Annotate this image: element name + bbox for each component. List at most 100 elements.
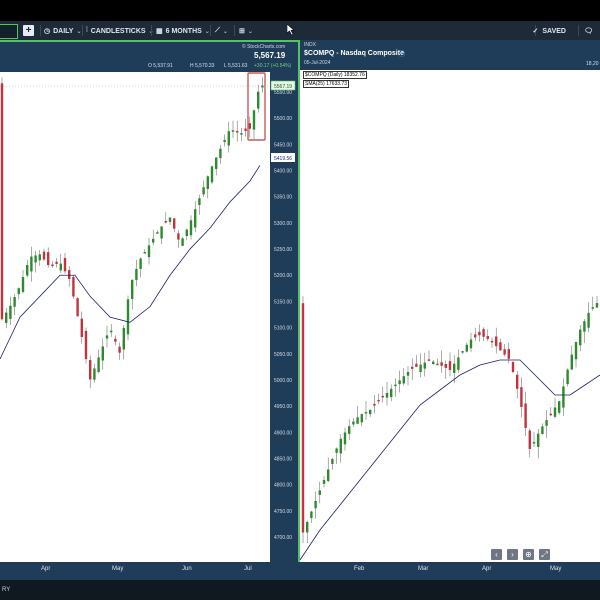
candle-body — [156, 232, 159, 234]
candle-body — [415, 363, 418, 367]
candle-body — [185, 229, 188, 237]
toolbar-divider — [234, 25, 235, 36]
right-chart-panel[interactable]: INDX $COMPQ - Nasdaq Composite ⓘ 05-Jul-… — [300, 40, 600, 580]
candle-body — [591, 307, 594, 309]
scroll-right-button[interactable]: › — [507, 549, 518, 560]
candle-body — [516, 374, 519, 389]
candle-body — [448, 361, 452, 370]
candle-body — [587, 312, 590, 328]
candle-body — [181, 238, 184, 246]
symbol-input[interactable] — [0, 24, 18, 39]
candle-body — [68, 270, 71, 280]
candle-body — [461, 351, 464, 353]
period-dropdown[interactable]: ◷ DAILY ⌄ — [44, 27, 82, 36]
candle-body — [101, 346, 104, 361]
candle-body — [227, 131, 230, 146]
candle-body — [114, 338, 117, 342]
y-tick-label: 5150.00 — [274, 299, 292, 305]
info-icon[interactable]: ⓘ — [398, 49, 405, 59]
last-price: 5,567.19 — [254, 51, 286, 60]
candle-body — [219, 148, 222, 159]
candle-body — [164, 221, 167, 223]
candle-body — [394, 384, 397, 387]
candle-body — [503, 349, 506, 355]
candle-body — [545, 420, 548, 426]
candle-body — [261, 85, 264, 88]
ohlc-low: L 5,531.63 — [224, 63, 248, 69]
candle-body — [97, 357, 100, 373]
candle-body — [21, 277, 25, 292]
candle-body — [0, 83, 4, 320]
candle-body — [93, 368, 96, 380]
candle-body — [562, 386, 565, 408]
x-label: Apr — [482, 566, 492, 572]
expand-icon[interactable]: ⤢ — [539, 549, 550, 560]
left-price-chart: 5550.00 5500.00 5450.00 5400.00 5350.00 5300.… — [0, 72, 296, 541]
candle-body — [240, 133, 243, 135]
y-tick-label: 4800.00 — [274, 483, 292, 489]
candle-body — [47, 252, 50, 266]
candle-body — [84, 330, 88, 359]
candle-body — [352, 421, 355, 425]
candle-body — [390, 388, 393, 398]
watermark: © StockCharts.com — [242, 44, 286, 50]
candle-body — [89, 360, 92, 380]
candle-body — [440, 362, 443, 366]
indicator-dropdown[interactable]: ⟋ ⌄ — [215, 27, 228, 35]
candle-body — [427, 359, 431, 361]
candle-body — [152, 238, 155, 243]
candle-body — [360, 414, 363, 423]
candle-body — [126, 299, 130, 335]
candle-body — [524, 403, 527, 428]
chevron-down-icon: ⌄ — [222, 28, 228, 35]
candle-body — [38, 254, 41, 261]
candle-body — [30, 256, 33, 272]
candle-body — [486, 336, 489, 339]
candle-body — [469, 339, 473, 349]
candle-body — [327, 469, 330, 481]
candle-body — [595, 303, 599, 308]
exchange-label: INDX — [304, 42, 316, 48]
candle-body — [105, 335, 109, 339]
candle-body — [63, 257, 67, 272]
add-chart-button[interactable]: + — [23, 25, 34, 36]
x-label: Mar — [418, 566, 429, 572]
candle-body — [9, 305, 12, 319]
candle-body — [72, 276, 75, 297]
legend-price: $COMPQ (Daily) 18352.76 — [303, 71, 367, 79]
y-tick-label: 5050.00 — [274, 352, 292, 358]
clock-icon: ◷ — [44, 28, 51, 35]
candle-body — [131, 279, 134, 299]
candle-body — [301, 303, 305, 533]
x-label: Apr — [41, 566, 51, 572]
scroll-left-button[interactable]: ‹ — [491, 549, 502, 560]
right-price-chart — [300, 295, 600, 561]
top-bar — [0, 0, 600, 21]
candle-body — [406, 372, 410, 376]
saved-button[interactable]: ✓ SAVED — [533, 27, 566, 36]
candle-body — [173, 218, 176, 229]
candle-body — [541, 426, 544, 435]
left-chart-panel[interactable]: © StockCharts.com 5,567.19 O 5,537.91 H … — [0, 40, 300, 580]
candle-body — [499, 342, 502, 351]
candle-body — [202, 187, 205, 195]
candle-body — [348, 426, 351, 434]
candle-body — [482, 329, 485, 337]
candle-body — [402, 376, 405, 384]
grid-layout-icon: ⊞ — [239, 28, 245, 35]
chart-toolbar: + ◷ DAILY ⌄ ⫶ CANDLESTICKS ⌄ ▦ 6 MONTHS … — [0, 21, 600, 40]
candle-body — [377, 399, 380, 402]
chart-type-dropdown[interactable]: ⫶ CANDLESTICKS ⌄ — [86, 27, 154, 35]
y-tick-label: 5550.00 — [274, 90, 292, 96]
ohlc-high: H 5,570.33 — [190, 63, 215, 69]
range-dropdown[interactable]: ▦ 6 MONTHS ⌄ — [156, 27, 210, 36]
candle-body — [570, 354, 573, 370]
candle-body — [558, 401, 561, 413]
sma-line — [300, 359, 600, 561]
candle-body — [423, 362, 426, 369]
candle-body — [553, 407, 557, 417]
zoom-in-button[interactable]: ⊕ — [523, 549, 534, 560]
bottom-label: RY — [2, 587, 11, 593]
comment-icon[interactable]: 🗨 — [584, 27, 593, 35]
layout-dropdown[interactable]: ⊞ ⌄ — [239, 27, 253, 35]
